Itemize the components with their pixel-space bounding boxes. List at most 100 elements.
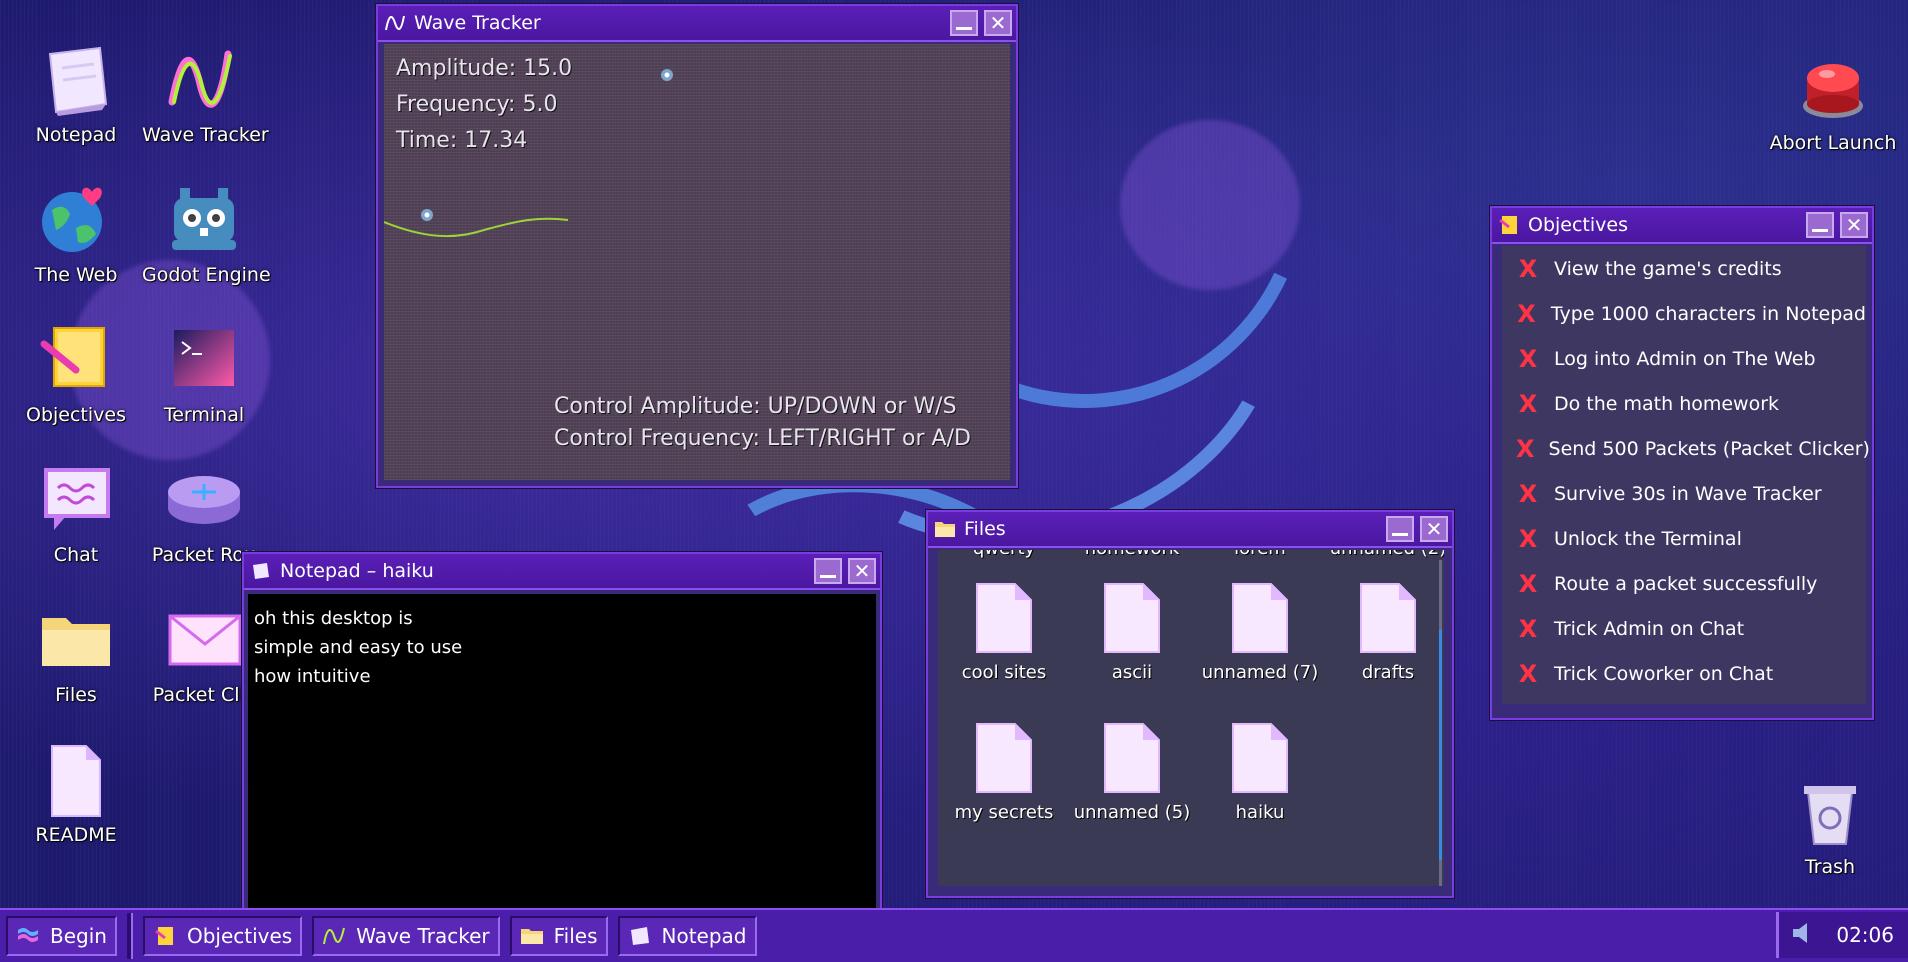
incomplete-x-icon: X xyxy=(1518,524,1538,553)
file-label: cool sites xyxy=(961,662,1047,683)
wave-icon xyxy=(384,12,406,34)
envelope-icon xyxy=(164,600,244,680)
taskbar-item-files[interactable]: Files xyxy=(509,916,608,956)
file-item[interactable]: lorem xyxy=(1196,550,1324,559)
desktop-icon-label: Terminal xyxy=(163,404,245,426)
close-button[interactable]: ✕ xyxy=(984,10,1012,36)
objective-text: Survive 30s in Wave Tracker xyxy=(1554,482,1822,505)
taskbar-item-objectives[interactable]: Objectives xyxy=(142,916,303,956)
objectives-icon xyxy=(153,924,177,948)
desktop-icon-the-web[interactable]: The Web xyxy=(14,180,138,286)
desktop-icon-packet-router[interactable]: Packet Rou xyxy=(142,460,266,566)
document-icon xyxy=(1231,722,1289,794)
desktop-icon-readme[interactable]: README xyxy=(14,740,138,846)
desktop-icon-objectives[interactable]: Objectives xyxy=(14,320,138,426)
objectives-list: X View the game's credits X Type 1000 char… xyxy=(1502,246,1870,704)
file-item[interactable]: drafts xyxy=(1324,582,1444,683)
text-line: how intuitive xyxy=(254,666,371,687)
objective-item: X Survive 30s in Wave Tracker xyxy=(1502,471,1866,516)
wave-tracker-window: Wave Tracker ✕ Amplitude: 15.0 Frequency… xyxy=(376,4,1018,488)
desktop-icon-files[interactable]: Files xyxy=(14,600,138,706)
speaker-icon[interactable] xyxy=(1791,920,1817,951)
desktop-icon-label: The Web xyxy=(34,264,118,286)
scrollbar-thumb[interactable] xyxy=(1439,630,1442,860)
minimize-button[interactable] xyxy=(950,10,978,36)
start-button[interactable]: Begin xyxy=(6,916,117,956)
folder-icon xyxy=(934,518,956,540)
wave-tracker-canvas[interactable]: Amplitude: 15.0 Frequency: 5.0 Time: 17.… xyxy=(384,44,1010,480)
objective-item: X Trick Admin on Chat xyxy=(1502,606,1866,651)
minimize-button[interactable] xyxy=(1386,516,1414,542)
file-item[interactable]: haiku xyxy=(1196,722,1324,823)
desktop-icon-notepad[interactable]: Notepad xyxy=(14,40,138,146)
file-item[interactable]: unnamed (7) xyxy=(1196,582,1324,683)
desktop-icon-trash[interactable]: Trash xyxy=(1768,772,1892,878)
notepad-text-area[interactable]: oh this desktop is simple and easy to us… xyxy=(248,594,876,910)
objective-item: X Log into Admin on The Web xyxy=(1502,336,1866,381)
objectives-icon xyxy=(36,320,116,400)
notepad-icon xyxy=(36,40,116,120)
file-grid: qwerty homework lorem unnamed (2) cool s… xyxy=(938,550,1444,886)
close-button[interactable]: ✕ xyxy=(1840,212,1868,238)
window-title: Objectives xyxy=(1528,214,1628,236)
title-bar[interactable]: Files ✕ xyxy=(928,512,1452,548)
objectives-icon xyxy=(1498,214,1520,236)
desktop-icon-abort-launch[interactable]: Abort Launch xyxy=(1768,48,1898,154)
desktop-icon-terminal[interactable]: Terminal xyxy=(142,320,266,426)
incomplete-x-icon: X xyxy=(1517,299,1536,328)
file-item[interactable]: homework xyxy=(1068,550,1196,559)
desktop-icon-label: Abort Launch xyxy=(1769,132,1897,154)
time-readout: Time: 17.34 xyxy=(396,128,528,153)
document-icon xyxy=(36,740,116,820)
minimize-button[interactable] xyxy=(814,558,842,584)
desktop-icon-chat[interactable]: Chat xyxy=(14,460,138,566)
objective-item: X Trick Coworker on Chat xyxy=(1502,651,1866,696)
title-bar[interactable]: Notepad – haiku ✕ xyxy=(244,554,880,590)
taskbar-item-wave-tracker[interactable]: Wave Tracker xyxy=(312,916,500,956)
document-icon xyxy=(1359,582,1417,654)
window-title: Files xyxy=(964,518,1006,540)
minimize-button[interactable] xyxy=(1806,212,1834,238)
window-title: Wave Tracker xyxy=(414,12,541,34)
file-item[interactable]: ascii xyxy=(1068,582,1196,683)
target-orb-icon xyxy=(661,69,673,81)
file-item[interactable]: cool sites xyxy=(940,582,1068,683)
file-item[interactable]: unnamed (2) xyxy=(1324,550,1444,559)
document-icon xyxy=(975,582,1033,654)
file-item[interactable]: qwerty xyxy=(940,550,1068,559)
taskbar-item-label: Files xyxy=(553,924,598,948)
file-label: lorem xyxy=(1196,550,1324,559)
close-button[interactable]: ✕ xyxy=(1420,516,1448,542)
file-label: unnamed (7) xyxy=(1201,662,1319,683)
desktop-icon-label: Trash xyxy=(1804,856,1856,878)
file-item[interactable]: unnamed (5) xyxy=(1068,722,1196,823)
file-label: ascii xyxy=(1111,662,1153,683)
taskbar-item-notepad[interactable]: Notepad xyxy=(617,916,757,956)
incomplete-x-icon: X xyxy=(1518,614,1538,643)
objective-text: Do the math homework xyxy=(1554,392,1780,415)
incomplete-x-icon: X xyxy=(1518,344,1538,373)
close-button[interactable]: ✕ xyxy=(848,558,876,584)
file-label: homework xyxy=(1068,550,1196,559)
desktop-icon-label: Chat xyxy=(53,544,99,566)
title-bar[interactable]: Objectives ✕ xyxy=(1492,208,1872,244)
desktop-icon-godot-engine[interactable]: Godot Engine xyxy=(142,180,271,286)
objective-item: X Do the math homework xyxy=(1502,381,1866,426)
desktop-icon-label: README xyxy=(35,824,117,846)
objective-item: X Unlock the Terminal xyxy=(1502,516,1866,561)
title-bar[interactable]: Wave Tracker ✕ xyxy=(378,6,1016,42)
objective-text: Trick Coworker on Chat xyxy=(1554,662,1774,685)
scrollbar[interactable] xyxy=(1439,560,1442,886)
desktop-icon-wave-tracker[interactable]: Wave Tracker xyxy=(142,40,269,146)
terminal-icon xyxy=(164,320,244,400)
objective-item: X View the game's credits xyxy=(1502,246,1866,291)
folder-icon xyxy=(520,924,544,948)
file-item[interactable]: my secrets xyxy=(940,722,1068,823)
frequency-help-text: Control Frequency: LEFT/RIGHT or A/D xyxy=(554,426,971,451)
globe-icon xyxy=(36,180,116,260)
file-label: qwerty xyxy=(940,550,1068,559)
folder-icon xyxy=(36,600,116,680)
notepad-window: Notepad – haiku ✕ oh this desktop is sim… xyxy=(242,552,882,912)
chat-icon xyxy=(36,460,116,540)
objective-text: Route a packet successfully xyxy=(1554,572,1818,595)
